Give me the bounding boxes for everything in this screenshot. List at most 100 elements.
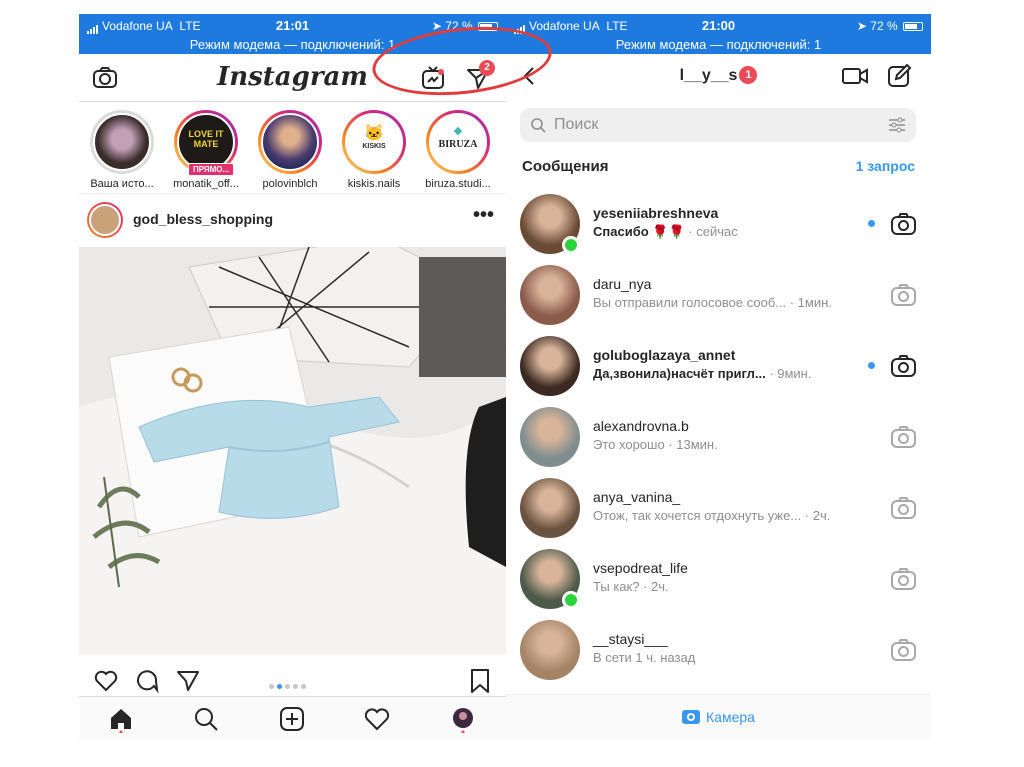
bookmark-icon[interactable] bbox=[468, 668, 492, 694]
feed-header: Instagram 2 bbox=[79, 54, 506, 102]
thread-row[interactable]: anya_vanina_ Отож, так хочется отдохнуть … bbox=[506, 473, 931, 544]
online-indicator bbox=[562, 591, 580, 609]
instagram-feed-screen: Vodafone UA LTE 21:01 ➤ 72 % Режим модем… bbox=[79, 14, 506, 740]
story-item[interactable]: Ваша исто... bbox=[82, 110, 162, 190]
thread-row[interactable]: daru_nya Вы отправили голосовое сооб... ·… bbox=[506, 260, 931, 331]
battery-icon bbox=[478, 22, 498, 32]
story-item[interactable]: 🐱 KISKIS kiskis.nails bbox=[334, 110, 414, 190]
thread-row[interactable]: goluboglazaya_annet Да,звонила)насчёт при… bbox=[506, 331, 931, 402]
more-options-icon[interactable]: ••• bbox=[473, 204, 494, 227]
status-right-group: ➤ 72 % bbox=[857, 19, 923, 33]
thread-username: goluboglazaya_annet bbox=[593, 347, 736, 363]
search-placeholder: Поиск bbox=[554, 116, 599, 133]
heart-icon[interactable] bbox=[363, 705, 391, 733]
unread-dot bbox=[868, 220, 875, 227]
story-name: monatik_off... bbox=[173, 178, 239, 190]
post-actions bbox=[79, 666, 506, 696]
new-message-icon[interactable] bbox=[887, 64, 913, 88]
post-author-avatar[interactable] bbox=[87, 202, 123, 238]
story-name: Ваша исто... bbox=[90, 178, 154, 190]
dot bbox=[285, 684, 290, 689]
thread-message: Это хорошо bbox=[593, 437, 665, 452]
thread-time: · сейчас bbox=[684, 224, 738, 239]
home-icon[interactable] bbox=[107, 705, 135, 733]
story-item[interactable]: ◆ BIRUZA biruza.studi... bbox=[418, 110, 498, 190]
thread-preview: Спасибо 🌹🌹 · сейчас bbox=[593, 224, 738, 240]
filter-icon[interactable] bbox=[888, 117, 906, 133]
post-image[interactable] bbox=[79, 247, 506, 655]
live-badge: ПРЯМО... bbox=[188, 163, 235, 176]
thread-username: vsepodreat_life bbox=[593, 560, 688, 576]
thread-camera-icon[interactable] bbox=[890, 353, 917, 380]
cat-logo-icon: 🐱 bbox=[364, 125, 384, 142]
dot bbox=[293, 684, 298, 689]
story-avatar: ◆ BIRUZA bbox=[429, 113, 487, 171]
thread-row[interactable]: alexandrovna.b Это хорошо · 13мин. bbox=[506, 402, 931, 473]
story-ring: ◆ BIRUZA bbox=[426, 110, 490, 174]
thread-message: В сети 1 ч. назад bbox=[593, 650, 696, 665]
stories-tray: Ваша исто... LOVE IT MATE ПРЯМО... monati… bbox=[79, 102, 506, 194]
hotspot-banner[interactable]: Режим модема — подключений: 1 bbox=[506, 37, 931, 52]
story-item[interactable]: LOVE IT MATE ПРЯМО... monatik_off... bbox=[166, 110, 246, 190]
camera-button[interactable]: Камера bbox=[682, 709, 755, 725]
story-ring bbox=[90, 110, 154, 174]
story-logo-text: KISKIS bbox=[362, 143, 386, 150]
thread-username: anya_vanina_ bbox=[593, 489, 681, 505]
thread-camera-icon[interactable] bbox=[890, 424, 917, 451]
online-indicator bbox=[562, 236, 580, 254]
thread-row[interactable]: __staysi___ В сети 1 ч. назад bbox=[506, 615, 931, 686]
search-input[interactable]: Поиск bbox=[520, 108, 916, 142]
status-right-group: ➤ 72 % bbox=[432, 19, 498, 33]
story-ring: 🐱 KISKIS bbox=[342, 110, 406, 174]
thread-camera-icon[interactable] bbox=[890, 282, 917, 309]
thread-avatar[interactable] bbox=[520, 407, 580, 467]
post-author-name[interactable]: god_bless_shopping bbox=[133, 211, 273, 227]
thread-time: · 1мин. bbox=[786, 295, 832, 310]
thread-camera-icon[interactable] bbox=[890, 566, 917, 593]
direct-badge: 2 bbox=[479, 60, 495, 76]
story-name: polovinblch bbox=[262, 178, 318, 190]
hotspot-banner[interactable]: Режим модема — подключений: 1 bbox=[79, 37, 506, 52]
igtv-icon[interactable] bbox=[419, 64, 447, 92]
comment-icon[interactable] bbox=[134, 668, 160, 694]
thread-time: · 2ч. bbox=[801, 508, 831, 523]
story-avatar bbox=[93, 113, 151, 171]
dot bbox=[301, 684, 306, 689]
thread-camera-icon[interactable] bbox=[890, 637, 917, 664]
thread-message: Вы отправили голосовое сооб... bbox=[593, 295, 787, 310]
battery-percent: 72 % bbox=[870, 19, 898, 33]
search-icon[interactable] bbox=[192, 705, 220, 733]
add-icon[interactable] bbox=[278, 705, 306, 733]
unread-dot bbox=[868, 362, 875, 369]
camera-footer[interactable]: Камера bbox=[506, 694, 931, 740]
direct-inbox-screen: Vodafone UA LTE 21:00 ➤ 72 % Режим модем… bbox=[506, 14, 931, 740]
thread-camera-icon[interactable] bbox=[890, 211, 917, 238]
thread-message: Ты как? bbox=[593, 579, 640, 594]
thread-username: yeseniiabreshneva bbox=[593, 205, 719, 221]
diamond-icon: ◆ bbox=[453, 125, 463, 137]
thread-time: · 13мин. bbox=[664, 437, 718, 452]
inbox-header: l__y__s 1 bbox=[506, 54, 931, 98]
share-icon[interactable] bbox=[175, 668, 201, 694]
thread-time: · 2ч. bbox=[639, 579, 669, 594]
thread-avatar[interactable] bbox=[520, 336, 580, 396]
story-name: biruza.studi... bbox=[425, 178, 491, 190]
thread-message: Да,звонила)насчёт пригл... bbox=[593, 366, 766, 381]
thread-camera-icon[interactable] bbox=[890, 495, 917, 522]
thread-avatar[interactable] bbox=[520, 478, 580, 538]
story-logo-text: BIRUZA bbox=[438, 139, 478, 150]
thread-row[interactable]: vsepodreat_life Ты как? · 2ч. bbox=[506, 544, 931, 615]
video-call-icon[interactable] bbox=[841, 64, 869, 88]
like-icon[interactable] bbox=[93, 668, 119, 694]
story-avatar: 🐱 KISKIS bbox=[345, 113, 403, 171]
thread-row[interactable]: yeseniiabreshneva Спасибо 🌹🌹 · сейчас bbox=[506, 189, 931, 260]
thread-avatar[interactable] bbox=[520, 620, 580, 680]
thread-message: Спасибо 🌹🌹 bbox=[593, 224, 685, 239]
account-badge: 1 bbox=[739, 66, 758, 84]
story-item[interactable]: polovinblch bbox=[250, 110, 330, 190]
profile-icon[interactable] bbox=[449, 705, 477, 733]
thread-avatar[interactable] bbox=[520, 265, 580, 325]
requests-link[interactable]: 1 запрос bbox=[856, 158, 915, 174]
section-title: Сообщения bbox=[522, 158, 609, 175]
battery-percent: 72 % bbox=[445, 19, 473, 33]
